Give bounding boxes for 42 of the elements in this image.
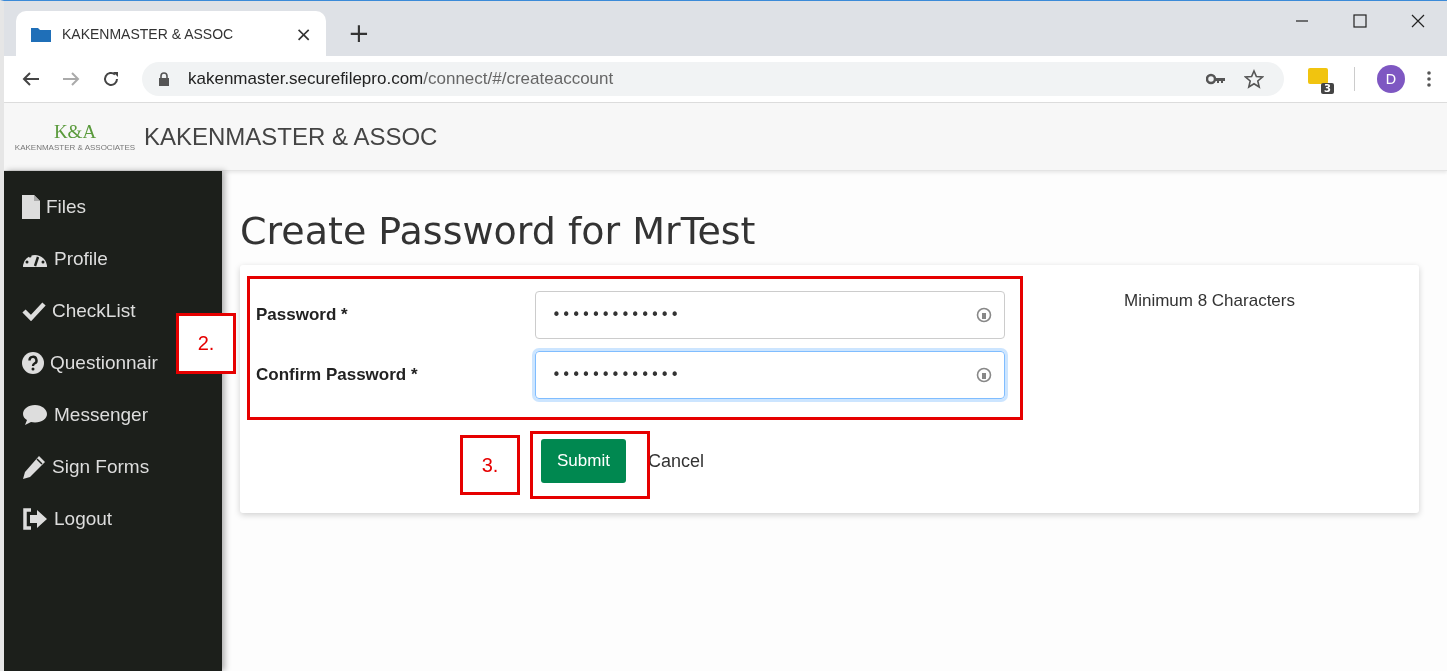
check-icon <box>22 301 46 321</box>
password-manager-icon[interactable] <box>976 366 992 384</box>
step-callout: 2. <box>176 313 236 374</box>
menu-icon[interactable] <box>1427 71 1431 87</box>
sidebar-item[interactable]: Sign Forms <box>22 441 150 493</box>
maximize-icon[interactable] <box>1353 14 1367 28</box>
back-icon[interactable] <box>22 71 40 87</box>
company-logo: K&A KAKENMASTER & ASSOCIATES <box>13 121 137 152</box>
close-icon[interactable] <box>1411 14 1425 28</box>
hint-text: Minimum 8 Characters <box>1124 291 1295 312</box>
field-label: Confirm Password * <box>256 365 419 385</box>
lock-icon <box>158 72 170 86</box>
star-icon[interactable] <box>1244 69 1264 89</box>
sidebar-item[interactable]: Messenger <box>22 389 148 441</box>
profile-avatar[interactable]: D <box>1377 65 1405 93</box>
password-field[interactable]: ••••••••••••• <box>535 351 1005 399</box>
sidebar-item[interactable]: Logout <box>22 493 113 545</box>
key-icon[interactable] <box>1206 73 1226 85</box>
password-manager-icon[interactable] <box>976 306 992 324</box>
password-field[interactable]: ••••••••••••• <box>535 291 1005 339</box>
field-label: Password * <box>256 305 349 325</box>
sidebar-item[interactable]: Profile <box>22 233 108 285</box>
step-callout: 3. <box>460 435 520 495</box>
chat-bubble-icon <box>22 404 48 426</box>
sidebar-item[interactable]: Files <box>22 181 87 233</box>
sidebar-item[interactable]: Questionnair <box>22 337 158 389</box>
question-icon <box>22 352 44 374</box>
address-bar[interactable]: kakenmaster.securefilepro.com/connect/#/createaccount <box>142 62 1284 96</box>
browser-tab[interactable]: KAKENMASTER & ASSOC × <box>16 11 326 56</box>
close-tab-button[interactable]: × <box>295 21 312 46</box>
sidebar-item[interactable]: CheckList <box>22 285 136 337</box>
pencil-icon <box>22 455 46 479</box>
new-tab-button[interactable]: + <box>348 18 370 48</box>
company-name: KAKENMASTER & ASSOC <box>144 122 438 151</box>
cancel-link[interactable]: Cancel <box>647 450 704 472</box>
tab-title: KAKENMASTER & ASSOC <box>62 25 235 42</box>
page-title: Create Password for MrTest <box>240 209 757 253</box>
url-text: kakenmaster.securefilepro.com/connect/#/createaccount <box>188 69 614 89</box>
reload-icon[interactable] <box>102 70 120 88</box>
submit-button[interactable]: Submit <box>541 439 626 483</box>
logout-icon <box>22 508 48 530</box>
file-icon <box>22 195 40 219</box>
